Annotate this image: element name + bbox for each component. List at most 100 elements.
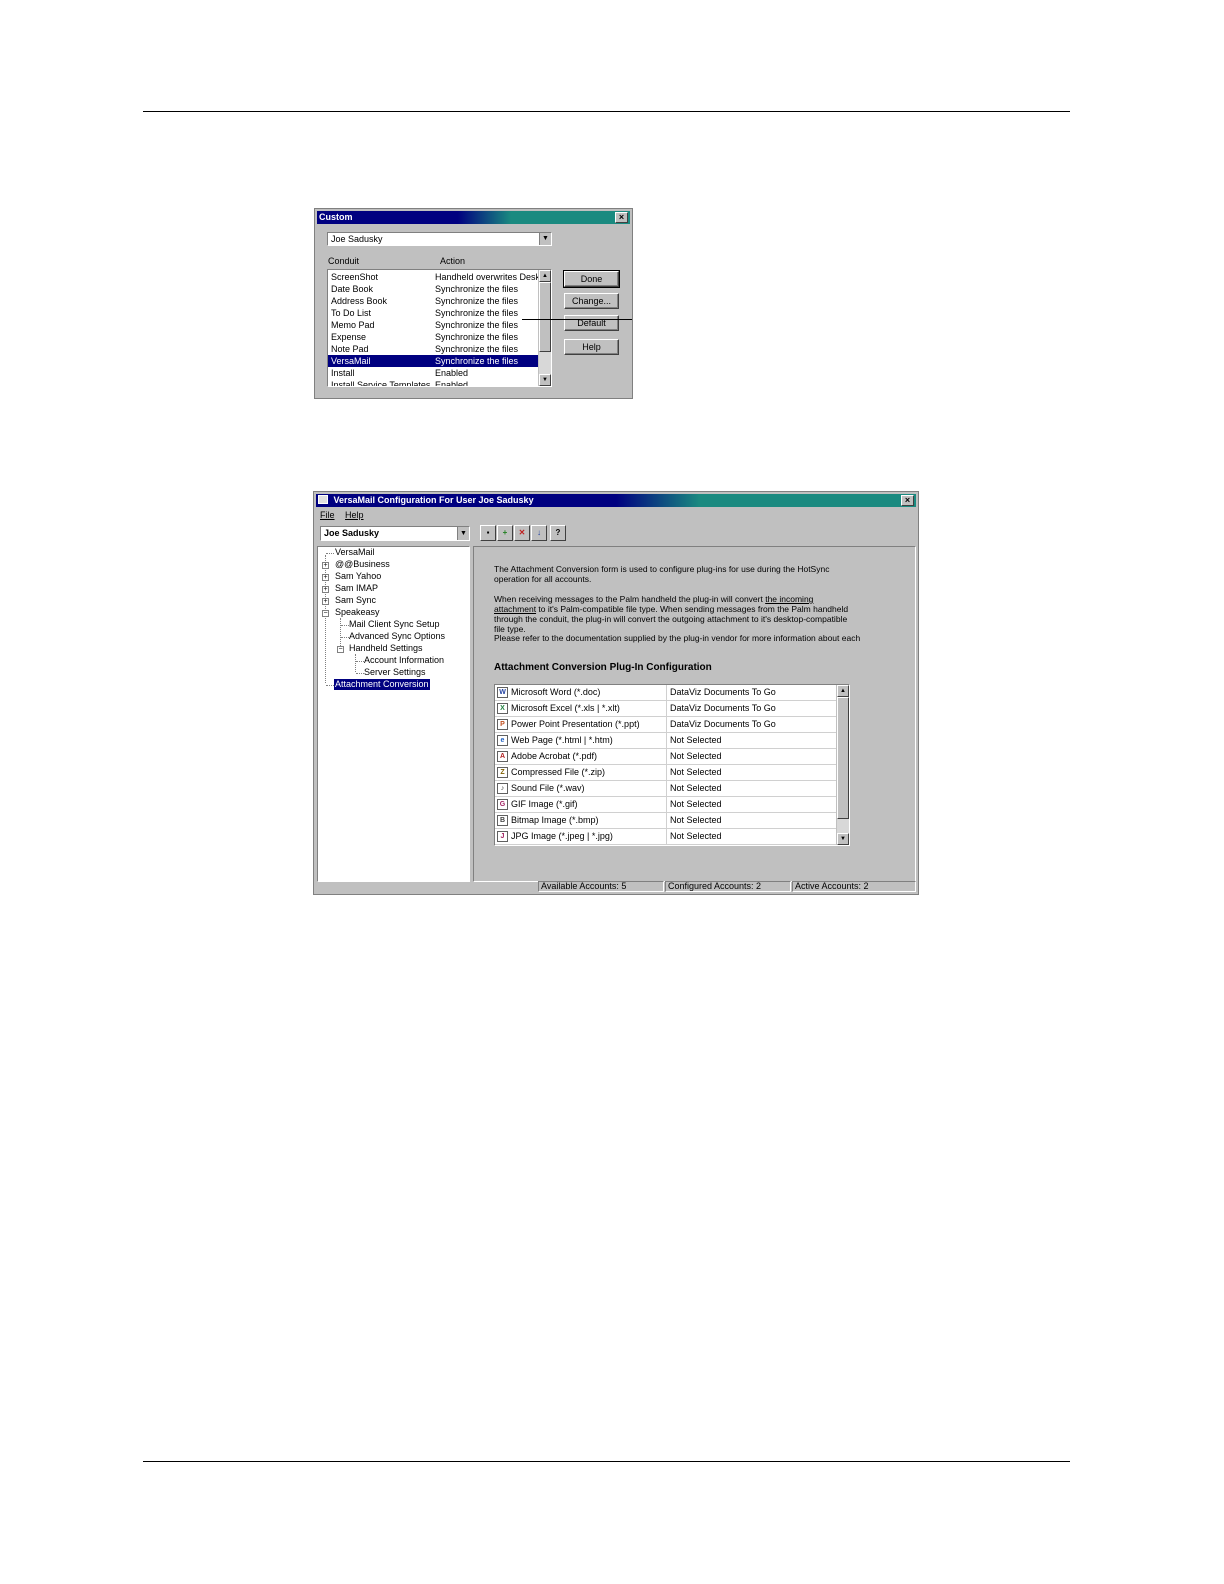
plugin-grid[interactable]: W Microsoft Word (*.doc) DataViz Documents…: [494, 684, 850, 846]
plugin-row[interactable]: ♪ Sound File (*.wav) Not Selected: [495, 781, 836, 797]
default-button[interactable]: Default: [564, 315, 619, 331]
tree-root[interactable]: VersaMail: [335, 547, 375, 558]
file-type: Web Page (*.html | *.htm): [511, 735, 613, 745]
plugin-row[interactable]: B Bitmap Image (*.bmp) Not Selected: [495, 813, 836, 829]
plugin-row[interactable]: X Microsoft Excel (*.xls | *.xlt) DataViz …: [495, 701, 836, 717]
chevron-down-icon[interactable]: ▼: [457, 527, 469, 540]
conduit-rows: ScreenShot Handheld overwrites Desktop Dat…: [328, 271, 551, 386]
import-icon[interactable]: ↓: [531, 525, 547, 541]
tree-item-attachment-conversion[interactable]: Attachment Conversion: [334, 679, 430, 690]
tree-line: [341, 625, 349, 626]
file-type: Compressed File (*.zip): [511, 767, 606, 777]
expand-icon[interactable]: +: [322, 574, 329, 581]
file-type: GIF Image (*.gif): [511, 799, 578, 809]
conduit-list-scrollbar[interactable]: ▲ ▼: [538, 270, 551, 386]
versamail-titlebar: VersaMail Configuration For User Joe Sad…: [316, 494, 916, 507]
conduit-row[interactable]: Install Service Templates Enabled: [328, 379, 538, 386]
done-button[interactable]: Done: [563, 270, 620, 288]
tree-account[interactable]: Speakeasy: [335, 607, 380, 618]
scroll-thumb[interactable]: [837, 697, 849, 819]
tree-item[interactable]: Mail Client Sync Setup: [349, 619, 440, 630]
collapse-icon[interactable]: −: [322, 610, 329, 617]
help-button[interactable]: Help: [564, 339, 619, 355]
conduit-row[interactable]: ScreenShot Handheld overwrites Desktop: [328, 271, 551, 283]
plugin-name: Not Selected: [666, 829, 722, 844]
conduit-row[interactable]: Install Enabled: [328, 367, 538, 379]
plugin-row[interactable]: e Web Page (*.html | *.htm) Not Selected: [495, 733, 836, 749]
conduit-row[interactable]: VersaMail Synchronize the files: [328, 355, 538, 367]
content-panel: The Attachment Conversion form is used t…: [473, 546, 916, 882]
tree-item[interactable]: Account Information: [364, 655, 444, 666]
description-p2-start: When receiving messages to the Palm hand…: [494, 594, 766, 604]
scroll-up-icon[interactable]: ▲: [837, 685, 849, 697]
description-p1: The Attachment Conversion form is used t…: [494, 564, 830, 584]
web-page-icon: e: [497, 735, 508, 746]
conduit-row[interactable]: To Do List Synchronize the files: [328, 307, 538, 319]
scroll-up-icon[interactable]: ▲: [539, 270, 551, 282]
plugin-name: Not Selected: [666, 733, 722, 748]
tree-account[interactable]: Sam IMAP: [335, 583, 378, 594]
conduit-name: Address Book: [331, 296, 388, 306]
scroll-down-icon[interactable]: ▼: [837, 833, 849, 845]
tree-account[interactable]: @@Business: [335, 559, 390, 570]
plugin-row[interactable]: P Power Point Presentation (*.ppt) DataViz…: [495, 717, 836, 733]
plugin-row[interactable]: J JPG Image (*.jpeg | *.jpg) Not Selected: [495, 829, 836, 845]
expand-icon[interactable]: +: [322, 598, 329, 605]
conduit-row[interactable]: Address Book Synchronize the files: [328, 295, 538, 307]
tree-line: [326, 553, 334, 554]
plugin-row[interactable]: A Adobe Acrobat (*.pdf) Not Selected: [495, 749, 836, 765]
conduit-name: VersaMail: [331, 356, 371, 366]
expand-icon[interactable]: +: [322, 562, 329, 569]
plugin-name: Not Selected: [666, 749, 722, 764]
plugin-row[interactable]: W Microsoft Word (*.doc) DataViz Documents…: [495, 685, 836, 701]
tree-item[interactable]: Advanced Sync Options: [349, 631, 445, 642]
conduit-name: Note Pad: [331, 344, 369, 354]
chevron-down-icon[interactable]: ▼: [539, 233, 551, 245]
tree-account[interactable]: Sam Sync: [335, 595, 376, 606]
scroll-down-icon[interactable]: ▼: [539, 374, 551, 386]
conduit-row[interactable]: Memo Pad Synchronize the files: [328, 319, 538, 331]
add-account-icon[interactable]: +: [497, 525, 513, 541]
plugin-row[interactable]: G GIF Image (*.gif) Not Selected: [495, 797, 836, 813]
menu-file[interactable]: File: [320, 510, 335, 520]
collapse-icon[interactable]: −: [337, 646, 344, 653]
change-button[interactable]: Change...: [564, 293, 619, 309]
conduit-action: Synchronize the files: [435, 344, 519, 354]
plugin-name: Not Selected: [666, 797, 722, 812]
conduit-list[interactable]: ScreenShot Handheld overwrites Desktop Dat…: [327, 269, 552, 387]
scroll-thumb[interactable]: [539, 282, 551, 352]
plugin-name: DataViz Documents To Go: [666, 685, 776, 700]
conduit-action: Synchronize the files: [435, 320, 519, 330]
file-type: Microsoft Excel (*.xls | *.xlt): [511, 703, 620, 713]
description-p3: Please refer to the documentation suppli…: [494, 633, 861, 643]
conduit-row[interactable]: Expense Synchronize the files: [328, 331, 538, 343]
conduit-row[interactable]: Date Book Synchronize the files: [328, 283, 538, 295]
file-type: Bitmap Image (*.bmp): [511, 815, 599, 825]
tree-item[interactable]: Server Settings: [364, 667, 426, 678]
save-icon[interactable]: ▪: [480, 525, 496, 541]
menu-help[interactable]: Help: [345, 510, 364, 520]
file-type: Microsoft Word (*.doc): [511, 687, 601, 697]
account-user-select[interactable]: Joe Sadusky ▼: [320, 526, 470, 541]
close-icon[interactable]: ×: [615, 212, 628, 223]
plugin-row[interactable]: Z Compressed File (*.zip) Not Selected: [495, 765, 836, 781]
account-tree[interactable]: VersaMail + @@Business + Sam Yahoo + Sam…: [317, 546, 470, 882]
conduit-action: Synchronize the files: [435, 332, 519, 342]
conduit-action: Synchronize the files: [435, 284, 519, 294]
toolbar: ▪ + ✕ ↓ ?: [480, 525, 570, 541]
file-type: Power Point Presentation (*.ppt): [511, 719, 640, 729]
help-icon[interactable]: ?: [550, 525, 566, 541]
conduit-row[interactable]: Note Pad Synchronize the files: [328, 343, 538, 355]
tree-item[interactable]: Handheld Settings: [349, 643, 423, 654]
section-title: Attachment Conversion Plug-In Configurat…: [494, 662, 712, 673]
close-icon[interactable]: ×: [901, 495, 914, 506]
tree-account[interactable]: Sam Yahoo: [335, 571, 381, 582]
user-select[interactable]: Joe Sadusky ▼: [327, 232, 552, 246]
sound-icon: ♪: [497, 783, 508, 794]
status-available-accounts: Available Accounts: 5: [538, 881, 664, 892]
conduit-action: Enabled: [435, 368, 469, 378]
expand-icon[interactable]: +: [322, 586, 329, 593]
conduit-name: Install: [331, 368, 355, 378]
delete-account-icon[interactable]: ✕: [514, 525, 530, 541]
plugin-grid-scrollbar[interactable]: ▲ ▼: [836, 685, 849, 845]
